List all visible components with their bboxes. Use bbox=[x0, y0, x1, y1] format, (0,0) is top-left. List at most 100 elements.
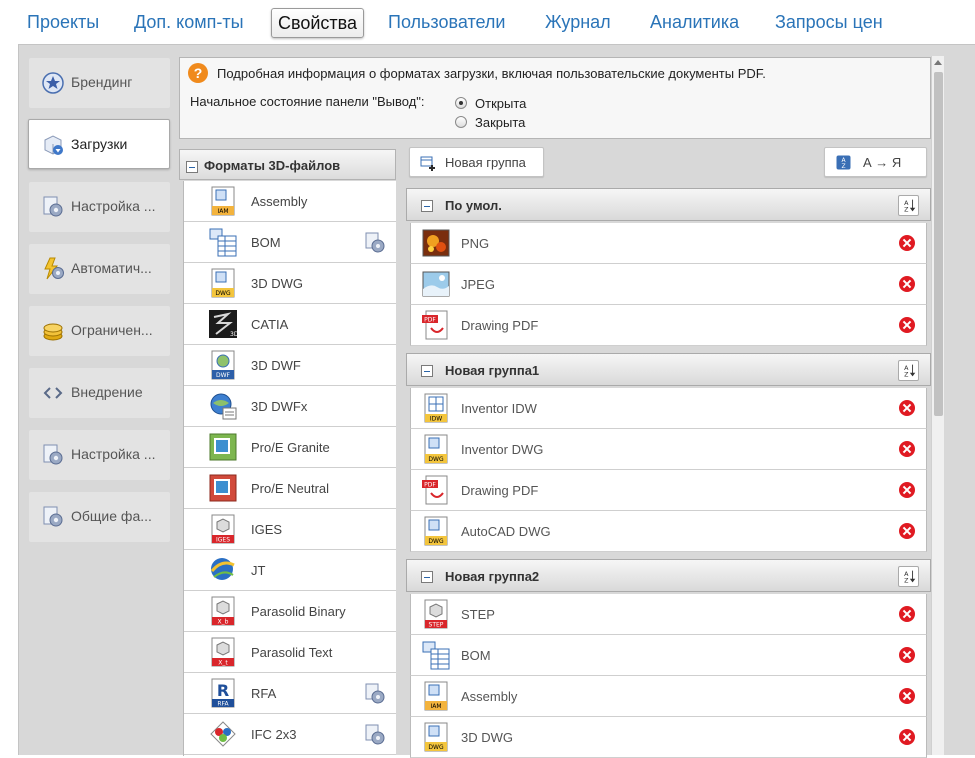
remove-icon[interactable] bbox=[899, 647, 915, 663]
scroll-up-icon[interactable] bbox=[934, 60, 942, 65]
remove-icon[interactable] bbox=[899, 523, 915, 539]
collapse-icon[interactable] bbox=[421, 365, 433, 377]
group-item[interactable]: PDF Drawing PDF bbox=[410, 470, 927, 511]
remove-icon[interactable] bbox=[899, 729, 915, 745]
svg-text:RFA: RFA bbox=[217, 701, 229, 708]
format-item-proe-granite[interactable]: Pro/E Granite bbox=[184, 427, 396, 468]
tab-users[interactable]: Пользователи bbox=[382, 8, 511, 38]
tab-extra-components[interactable]: Доп. комп-ты bbox=[128, 8, 250, 38]
group-item[interactable]: DWG Inventor DWG bbox=[410, 429, 927, 470]
sidebar-item-settings-1[interactable]: Настройка ... bbox=[29, 182, 170, 232]
format-item-iges[interactable]: IGES IGES bbox=[184, 509, 396, 550]
remove-icon[interactable] bbox=[899, 482, 915, 498]
remove-icon[interactable] bbox=[899, 276, 915, 292]
format-item-3d-dwfx[interactable]: 3D DWFx bbox=[184, 386, 396, 427]
info-panel: ? Подробная информация о форматах загруз… bbox=[179, 57, 931, 139]
format-item-3d-dwg[interactable]: DWG 3D DWG bbox=[184, 263, 396, 304]
settings-frame: Брендинг Загрузки Настройка ... Автомати… bbox=[18, 44, 975, 758]
tab-analytics[interactable]: Аналитика bbox=[644, 8, 745, 38]
vertical-scrollbar[interactable] bbox=[931, 56, 944, 755]
svg-text:X_b: X_b bbox=[218, 619, 229, 626]
parasolid-text-icon: X_t bbox=[211, 637, 235, 667]
remove-icon[interactable] bbox=[899, 400, 915, 416]
format-item-assembly[interactable]: IAM Assembly bbox=[184, 181, 396, 222]
radio-button[interactable] bbox=[455, 97, 467, 109]
group-item[interactable]: DWG AutoCAD DWG bbox=[410, 511, 927, 552]
group-item[interactable]: IDW Inventor IDW bbox=[410, 388, 927, 429]
jt-globe-icon bbox=[210, 558, 235, 580]
dwg-file-icon: DWG bbox=[424, 434, 448, 464]
sidebar-item-settings-2[interactable]: Настройка ... bbox=[29, 430, 170, 480]
star-badge-icon bbox=[42, 72, 64, 94]
group-sort-icon[interactable]: AZ bbox=[898, 566, 919, 587]
group-item[interactable]: IAM Assembly bbox=[410, 676, 927, 717]
radio-button[interactable] bbox=[455, 116, 467, 128]
collapse-icon[interactable] bbox=[421, 571, 433, 583]
formats-header[interactable]: Форматы 3D-файлов bbox=[179, 149, 396, 180]
tab-properties[interactable]: Свойства bbox=[271, 8, 365, 38]
remove-icon[interactable] bbox=[899, 317, 915, 333]
group-item[interactable]: PNG bbox=[410, 223, 927, 264]
group-item[interactable]: PDF Drawing PDF bbox=[410, 305, 927, 346]
sidebar-item-label: Настройка ... bbox=[71, 446, 156, 462]
group-sort-icon[interactable]: AZ bbox=[898, 360, 919, 381]
collapse-icon[interactable] bbox=[186, 161, 198, 173]
top-navigation: Проекты Доп. комп-ты Свойства Пользовате… bbox=[0, 0, 975, 44]
svg-text:Z: Z bbox=[841, 163, 845, 170]
sort-az-button[interactable]: AZ А → Я bbox=[824, 147, 927, 177]
sidebar-item-label: Брендинг bbox=[71, 74, 133, 90]
group-item[interactable]: STEP STEP bbox=[410, 594, 927, 635]
group-item[interactable]: JPEG bbox=[410, 264, 927, 305]
settings-gear-icon[interactable] bbox=[364, 683, 386, 705]
sidebar-item-embed[interactable]: Внедрение bbox=[29, 368, 170, 418]
svg-text:STEP: STEP bbox=[429, 622, 444, 629]
group-item-label: Drawing PDF bbox=[461, 318, 539, 333]
sidebar-item-branding[interactable]: Брендинг bbox=[29, 58, 170, 108]
tab-log[interactable]: Журнал bbox=[539, 8, 617, 38]
group-header[interactable]: По умол. AZ bbox=[406, 188, 931, 221]
format-item-bom[interactable]: BOM bbox=[184, 222, 396, 263]
group-item[interactable]: BOM bbox=[410, 635, 927, 676]
sidebar-item-limits[interactable]: Ограничен... bbox=[29, 306, 170, 356]
sidebar-item-automation[interactable]: Автоматич... bbox=[29, 244, 170, 294]
remove-icon[interactable] bbox=[899, 688, 915, 704]
format-item-rfa[interactable]: R RFA RFA bbox=[184, 673, 396, 714]
tab-price-requests[interactable]: Запросы цен bbox=[769, 8, 889, 38]
svg-text:DWF: DWF bbox=[216, 372, 231, 379]
new-group-button[interactable]: Новая группа bbox=[409, 147, 544, 177]
format-item-3d-dwf[interactable]: DWF 3D DWF bbox=[184, 345, 396, 386]
scrollbar-thumb[interactable] bbox=[934, 72, 943, 416]
add-group-icon bbox=[420, 156, 435, 171]
help-icon[interactable]: ? bbox=[188, 63, 208, 83]
format-label: BOM bbox=[251, 235, 281, 250]
format-label: RFA bbox=[251, 686, 277, 701]
format-item-proe-neutral[interactable]: Pro/E Neutral bbox=[184, 468, 396, 509]
bom-table-icon bbox=[422, 641, 450, 670]
settings-gear-icon[interactable] bbox=[364, 724, 386, 746]
tab-projects[interactable]: Проекты bbox=[21, 8, 105, 38]
settings-gear-icon[interactable] bbox=[364, 232, 386, 254]
format-item-parasolid-text[interactable]: X_t Parasolid Text bbox=[184, 632, 396, 673]
pdf-file-icon: PDF bbox=[422, 475, 448, 505]
group-title: Новая группа1 bbox=[445, 363, 540, 378]
remove-icon[interactable] bbox=[899, 235, 915, 251]
sidebar-item-downloads[interactable]: Загрузки bbox=[28, 119, 170, 169]
format-item-jt[interactable]: JT bbox=[184, 550, 396, 591]
remove-icon[interactable] bbox=[899, 441, 915, 457]
format-item-ifc[interactable]: IFC 2x3 bbox=[184, 714, 396, 755]
sidebar-item-label: Общие фа... bbox=[71, 508, 152, 524]
sidebar-item-label: Внедрение bbox=[71, 384, 143, 400]
remove-icon[interactable] bbox=[899, 606, 915, 622]
sidebar-item-shared-files[interactable]: Общие фа... bbox=[29, 492, 170, 542]
format-item-catia[interactable]: 3DS CATIA bbox=[184, 304, 396, 345]
group-header[interactable]: Новая группа1 AZ bbox=[406, 353, 931, 386]
group-sort-icon[interactable]: AZ bbox=[898, 195, 919, 216]
collapse-icon[interactable] bbox=[421, 200, 433, 212]
group-header[interactable]: Новая группа2 AZ bbox=[406, 559, 931, 592]
svg-text:DWG: DWG bbox=[215, 290, 231, 297]
dwg-file-icon: DWG bbox=[424, 516, 448, 546]
format-item-parasolid-binary[interactable]: X_b Parasolid Binary bbox=[184, 591, 396, 632]
group-item[interactable]: DWG 3D DWG bbox=[410, 717, 927, 758]
svg-text:PDF: PDF bbox=[424, 482, 436, 489]
sort-label: А → Я bbox=[863, 155, 902, 170]
